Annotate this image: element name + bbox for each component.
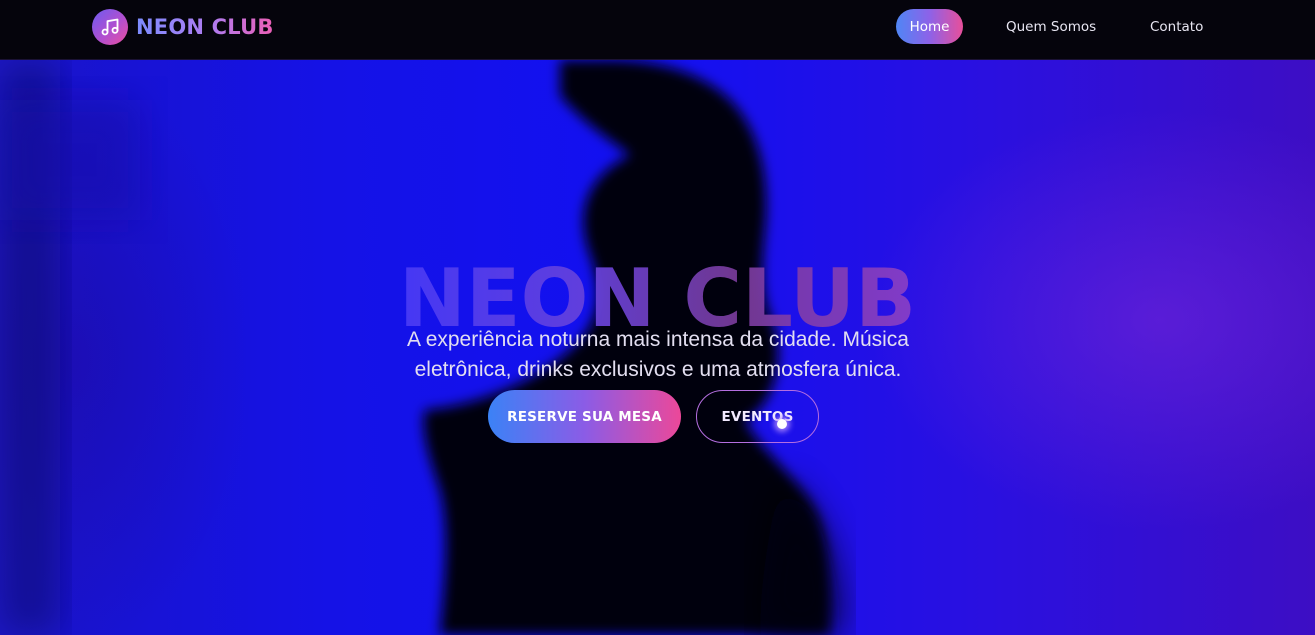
hero-section: NEON CLUB A experiência noturna mais int… [0, 60, 1315, 635]
page: NEON CLUB Home Quem Somos Contato NEON C… [0, 0, 1315, 635]
music-note-icon [92, 9, 128, 45]
events-button[interactable]: EVENTOS [696, 390, 819, 443]
navbar: NEON CLUB Home Quem Somos Contato [0, 0, 1315, 60]
nav-item-quem-somos[interactable]: Quem Somos [1006, 9, 1096, 44]
nav-item-home[interactable]: Home [896, 9, 963, 44]
brand-name: NEON CLUB [136, 15, 274, 39]
brand-logo[interactable]: NEON CLUB [92, 9, 274, 45]
hero-subtitle: A experiência noturna mais intensa da ci… [407, 328, 909, 381]
reserve-table-button[interactable]: RESERVE SUA MESA [488, 390, 681, 443]
custom-cursor [777, 419, 787, 429]
nav-item-contato[interactable]: Contato [1150, 9, 1203, 44]
